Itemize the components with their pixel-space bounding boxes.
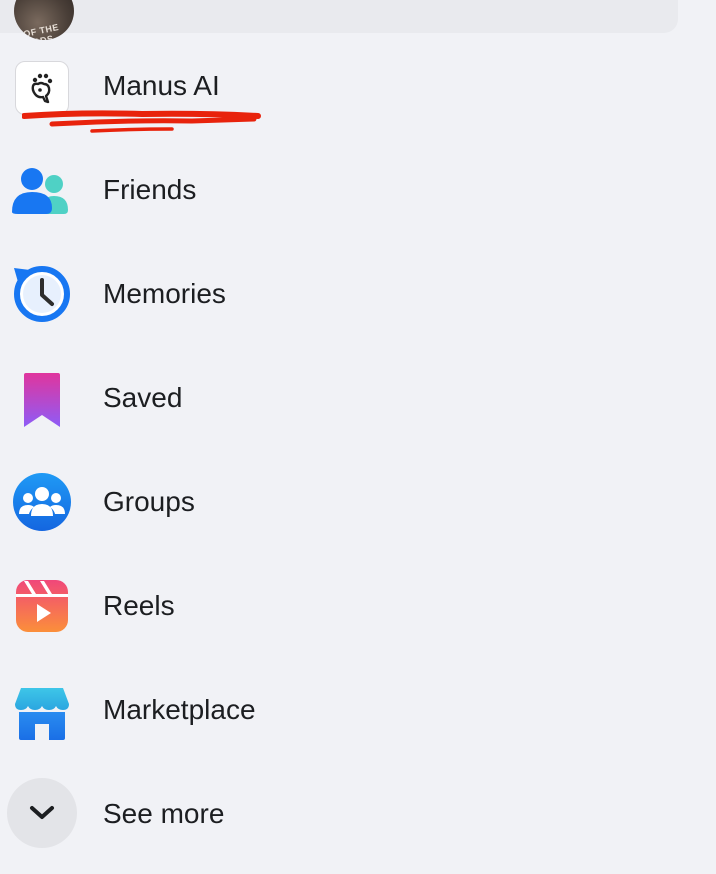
saved-bookmark-icon [10, 368, 74, 432]
menu-item-saved[interactable]: Saved [0, 348, 716, 452]
see-more-button[interactable]: See more [0, 764, 716, 868]
profile-card[interactable]: OF THE GODS [0, 0, 678, 40]
menu-item-memories[interactable]: Memories [0, 244, 716, 348]
memories-clock-icon [10, 262, 74, 326]
marketplace-store-icon [10, 682, 74, 746]
see-more-icon-wrapper [7, 778, 77, 848]
menu-item-label: Manus AI [103, 70, 220, 101]
menu-item-reels[interactable]: Reels [0, 556, 716, 660]
menu-item-friends[interactable]: Friends [0, 140, 716, 244]
menu-item-label: Friends [103, 174, 197, 205]
shortcuts-menu-page: OF THE GODS Manus AI [0, 0, 716, 874]
menu-item-label: Saved [103, 382, 183, 413]
reels-icon [10, 574, 74, 638]
groups-icon [10, 470, 74, 534]
menu-item-groups[interactable]: Groups [0, 452, 716, 556]
menu-item-label: Marketplace [103, 694, 256, 725]
avatar[interactable]: OF THE GODS [14, 0, 74, 40]
menu-item-marketplace[interactable]: Marketplace [0, 660, 716, 764]
see-more-label: See more [103, 798, 225, 829]
friends-icon [10, 160, 74, 224]
chevron-down-icon [7, 778, 77, 848]
menu-item-label: Memories [103, 278, 226, 309]
menu-item-label: Groups [103, 486, 195, 517]
menu-item-label: Reels [103, 590, 175, 621]
red-annotation-underline [22, 110, 261, 133]
